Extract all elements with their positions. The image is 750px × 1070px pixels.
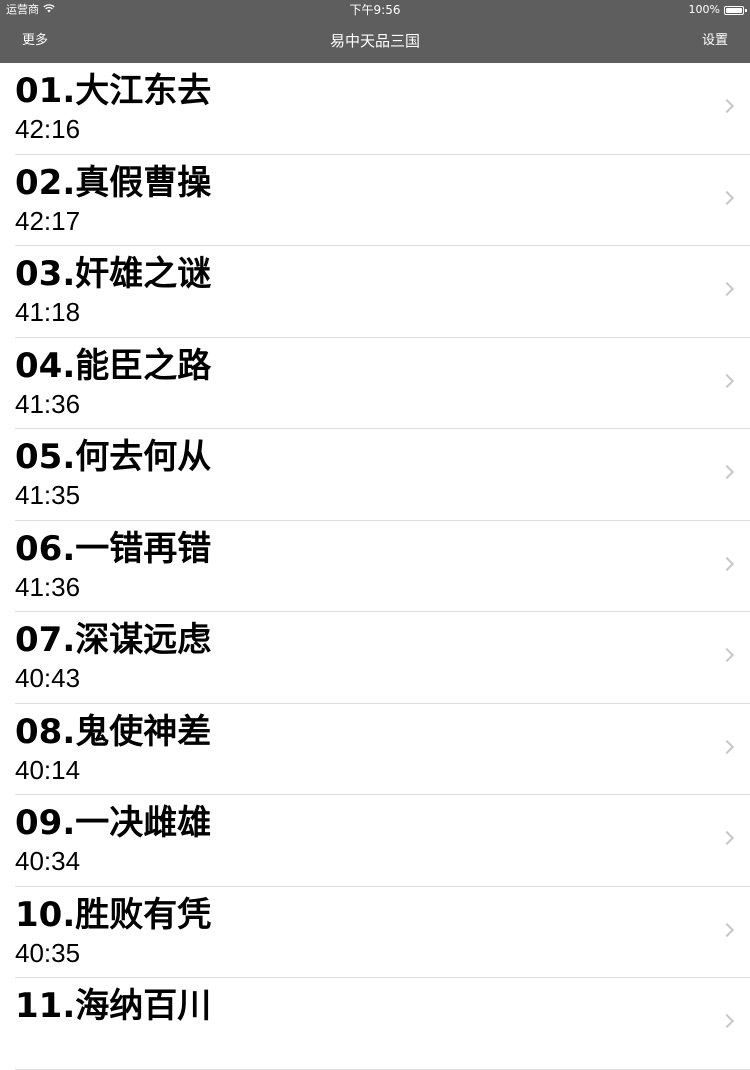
episode-title: 10.胜败有凭 [15, 894, 212, 935]
list-item[interactable]: 01.大江东去 42:16 [15, 63, 750, 155]
episode-title: 03.奸雄之谜 [15, 254, 212, 294]
chevron-right-icon [719, 922, 735, 937]
episode-duration: 41:35 [15, 480, 81, 510]
page-title: 易中天品三国 [329, 32, 420, 50]
episode-title: 04.能臣之路 [15, 345, 212, 386]
chevron-right-icon [719, 98, 735, 114]
episode-title: 05.何去何从 [15, 437, 212, 477]
chevron-right-icon [719, 1013, 735, 1029]
episode-title: 09.一决雌雄 [15, 803, 212, 843]
list-item[interactable]: 02.真假曹操 42:17 [15, 155, 750, 246]
episode-title: 07.深谋远虑 [15, 620, 212, 660]
episode-duration: 40:14 [15, 754, 81, 785]
battery-percent: 100% [688, 3, 720, 16]
episode-duration: 40:34 [15, 846, 81, 876]
chevron-right-icon [719, 373, 735, 388]
episode-duration: 41:36 [15, 571, 81, 602]
chevron-right-icon [719, 739, 735, 754]
list-item[interactable]: 03.奸雄之谜 41:18 [15, 246, 750, 338]
episode-duration: 40:43 [15, 663, 81, 693]
episode-title: 02.真假曹操 [15, 162, 212, 203]
chevron-right-icon [719, 647, 735, 663]
episode-list: 01.大江东去 42:16 02.真假曹操 42:17 03.奸雄之谜 41:1… [0, 63, 750, 1070]
episode-title: 01.大江东去 [15, 71, 212, 111]
list-item[interactable]: 09.一决雌雄 40:34 [15, 795, 750, 887]
list-item[interactable]: 08.鬼使神差 40:14 [15, 704, 750, 795]
status-time: 下午9:56 [349, 3, 401, 17]
episode-duration: 40:35 [15, 937, 81, 968]
episode-title: 11.海纳百川 [15, 986, 212, 1026]
battery-icon [724, 5, 747, 15]
chevron-right-icon [719, 281, 735, 297]
episode-title: 08.鬼使神差 [15, 711, 212, 752]
chevron-right-icon [719, 830, 735, 846]
list-item[interactable]: 10.胜败有凭 40:35 [15, 887, 750, 978]
list-item[interactable]: 05.何去何从 41:35 [15, 429, 750, 521]
list-item[interactable]: 07.深谋远虑 40:43 [15, 612, 750, 704]
settings-button[interactable]: 设置 [702, 33, 728, 49]
chevron-right-icon [719, 556, 735, 571]
episode-duration: 41:36 [15, 388, 81, 419]
episode-duration: 42:16 [15, 114, 81, 144]
chevron-right-icon [719, 190, 735, 205]
episode-duration: 41:18 [15, 297, 81, 327]
top-bar: 运营商 下午9:56 100% 更多 易中天品三国 设置 [0, 0, 750, 63]
chevron-right-icon [719, 464, 735, 480]
list-item[interactable]: 04.能臣之路 41:36 [15, 338, 750, 429]
list-item[interactable]: 11.海纳百川 [15, 978, 750, 1070]
episode-duration: 42:17 [15, 205, 81, 236]
episode-title: 06.一错再错 [15, 528, 212, 569]
list-item[interactable]: 06.一错再错 41:36 [15, 521, 750, 612]
status-bar-right: 100% [688, 3, 747, 17]
